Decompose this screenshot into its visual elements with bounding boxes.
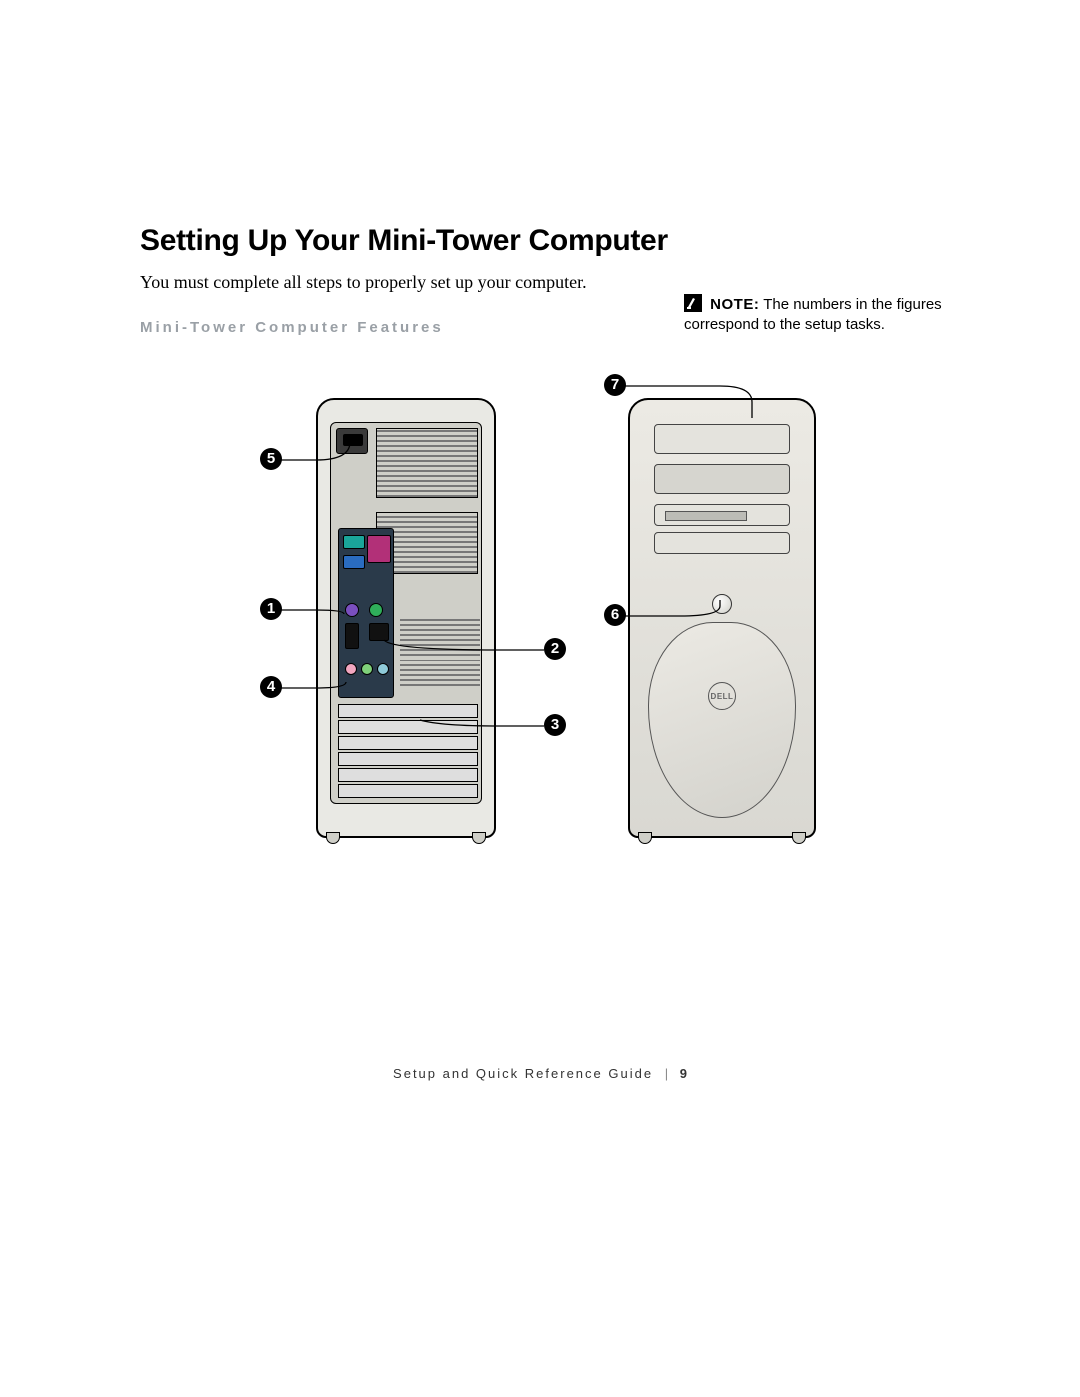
callout-2: 2 (544, 638, 566, 660)
footer-page-number: 9 (680, 1066, 687, 1081)
callout-7: 7 (604, 374, 626, 396)
footer-book-title: Setup and Quick Reference Guide (393, 1066, 653, 1081)
callout-6: 6 (604, 604, 626, 626)
callout-5: 5 (260, 448, 282, 470)
callout-4: 4 (260, 676, 282, 698)
callout-1: 1 (260, 598, 282, 620)
callout-3: 3 (544, 714, 566, 736)
footer-separator: | (665, 1066, 668, 1081)
page-footer: Setup and Quick Reference Guide | 9 (0, 1066, 1080, 1081)
